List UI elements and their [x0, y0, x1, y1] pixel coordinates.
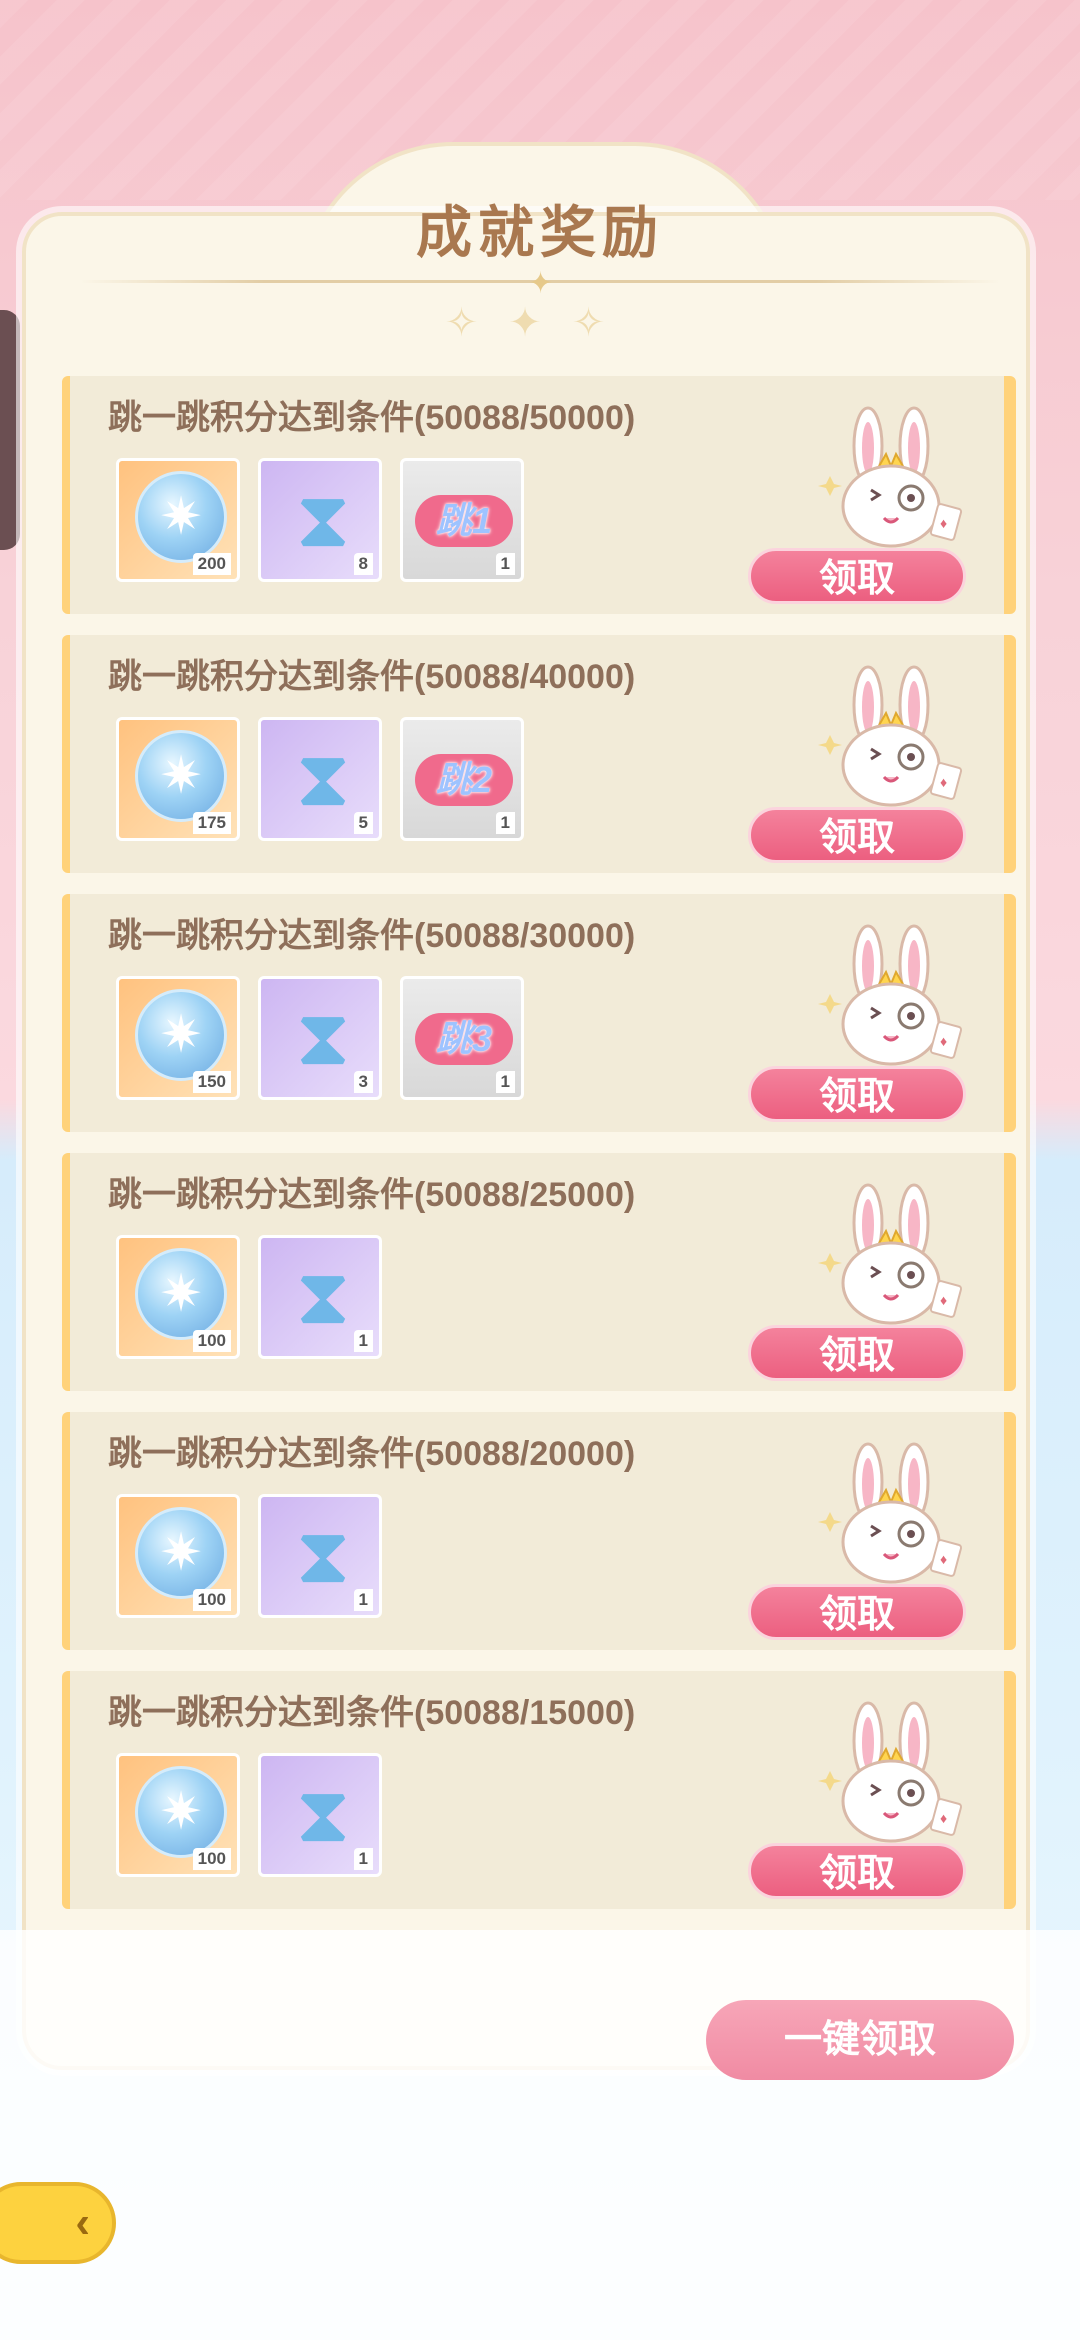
compass-coin-icon: ✷: [135, 730, 227, 822]
reward-item[interactable]: ⧗ 8: [258, 458, 382, 582]
reward-count: 1: [353, 1589, 373, 1611]
achievement-row: 跳一跳积分达到条件(50088/50000) ✷ 200 ⧗ 8 跳1 1 ♦ 领取: [62, 376, 1016, 614]
achievement-title: 跳一跳积分达到条件(50088/20000): [108, 1435, 636, 1473]
reward-item[interactable]: ✷ 100: [116, 1494, 240, 1618]
ornament-stars-icon: ✧✦✧: [444, 301, 636, 345]
compass-coin-icon: ✷: [135, 1248, 227, 1340]
svg-text:♦: ♦: [940, 1551, 947, 1567]
reward-item[interactable]: 跳2 1: [400, 717, 524, 841]
achievement-row: 跳一跳积分达到条件(50088/30000) ✷ 150 ⧗ 3 跳3 1 ♦ 领取: [62, 894, 1016, 1132]
reward-item[interactable]: ✷ 150: [116, 976, 240, 1100]
reward-count: 1: [495, 812, 515, 834]
back-arrow-icon: ‹: [75, 2198, 90, 2247]
reward-count: 1: [353, 1330, 373, 1352]
reward-item[interactable]: 跳1 1: [400, 458, 524, 582]
bottom-bar: [0, 1930, 1080, 2340]
reward-count: 5: [353, 812, 373, 834]
bunny-mascot-icon: ♦: [816, 1442, 966, 1592]
svg-text:♦: ♦: [940, 774, 947, 790]
svg-text:♦: ♦: [940, 1033, 947, 1049]
claim-all-button[interactable]: 一键领取: [706, 2000, 1014, 2080]
reward-count: 150: [192, 1071, 231, 1093]
svg-text:♦: ♦: [940, 1292, 947, 1308]
hourglass-icon: ⧗: [295, 1770, 351, 1858]
claim-button[interactable]: 领取: [748, 807, 966, 863]
bunny-mascot-icon: ♦: [816, 1701, 966, 1851]
bunny-mascot-icon: ♦: [816, 924, 966, 1074]
reward-count: 175: [192, 812, 231, 834]
bunny-mascot-icon: ♦: [816, 1183, 966, 1333]
reward-count: 3: [353, 1071, 373, 1093]
compass-coin-icon: ✷: [135, 989, 227, 1081]
achievement-row: 跳一跳积分达到条件(50088/20000) ✷ 100 ⧗ 1 ♦ 领取: [62, 1412, 1016, 1650]
hourglass-icon: ⧗: [295, 475, 351, 563]
reward-item[interactable]: 跳3 1: [400, 976, 524, 1100]
achievement-title: 跳一跳积分达到条件(50088/25000): [108, 1176, 636, 1214]
claim-button[interactable]: 领取: [748, 1584, 966, 1640]
reward-item[interactable]: ⧗ 5: [258, 717, 382, 841]
back-button[interactable]: ‹: [0, 2182, 116, 2264]
reward-count: 1: [353, 1848, 373, 1870]
reward-item[interactable]: ✷ 200: [116, 458, 240, 582]
reward-item[interactable]: ✷ 100: [116, 1235, 240, 1359]
divider-star-icon: ✦: [528, 267, 554, 300]
compass-coin-icon: ✷: [135, 1766, 227, 1858]
reward-item[interactable]: ⧗ 3: [258, 976, 382, 1100]
claim-button[interactable]: 领取: [748, 1843, 966, 1899]
achievement-title: 跳一跳积分达到条件(50088/15000): [108, 1694, 636, 1732]
bunny-mascot-icon: ♦: [816, 665, 966, 815]
reward-count: 100: [192, 1330, 231, 1352]
reward-count: 1: [495, 1071, 515, 1093]
jump-tag-icon: 跳1: [415, 495, 513, 547]
svg-text:♦: ♦: [940, 515, 947, 531]
claim-button[interactable]: 领取: [748, 1325, 966, 1381]
reward-count: 100: [192, 1589, 231, 1611]
reward-item[interactable]: ✷ 100: [116, 1753, 240, 1877]
reward-item[interactable]: ⧗ 1: [258, 1494, 382, 1618]
jump-tag-icon: 跳3: [415, 1013, 513, 1065]
achievement-title: 跳一跳积分达到条件(50088/30000): [108, 917, 636, 955]
hourglass-icon: ⧗: [295, 734, 351, 822]
jump-tag-icon: 跳2: [415, 754, 513, 806]
reward-count: 8: [353, 553, 373, 575]
reward-item[interactable]: ✷ 175: [116, 717, 240, 841]
reward-item[interactable]: ⧗ 1: [258, 1235, 382, 1359]
compass-coin-icon: ✷: [135, 1507, 227, 1599]
page-title: 成就奖励: [416, 201, 664, 264]
achievement-row: 跳一跳积分达到条件(50088/25000) ✷ 100 ⧗ 1 ♦ 领取: [62, 1153, 1016, 1391]
reward-count: 1: [495, 553, 515, 575]
achievement-row: 跳一跳积分达到条件(50088/15000) ✷ 100 ⧗ 1 ♦ 领取: [62, 1671, 1016, 1909]
side-drawer-handle[interactable]: [0, 310, 20, 550]
hourglass-icon: ⧗: [295, 993, 351, 1081]
achievement-title: 跳一跳积分达到条件(50088/50000): [108, 399, 636, 437]
claim-button[interactable]: 领取: [748, 548, 966, 604]
reward-item[interactable]: ⧗ 1: [258, 1753, 382, 1877]
svg-text:♦: ♦: [940, 1810, 947, 1826]
compass-coin-icon: ✷: [135, 471, 227, 563]
reward-count: 100: [192, 1848, 231, 1870]
achievement-row: 跳一跳积分达到条件(50088/40000) ✷ 175 ⧗ 5 跳2 1 ♦ 领取: [62, 635, 1016, 873]
claim-button[interactable]: 领取: [748, 1066, 966, 1122]
hourglass-icon: ⧗: [295, 1511, 351, 1599]
bunny-mascot-icon: ♦: [816, 406, 966, 556]
reward-count: 200: [192, 553, 231, 575]
achievement-title: 跳一跳积分达到条件(50088/40000): [108, 658, 636, 696]
hourglass-icon: ⧗: [295, 1252, 351, 1340]
